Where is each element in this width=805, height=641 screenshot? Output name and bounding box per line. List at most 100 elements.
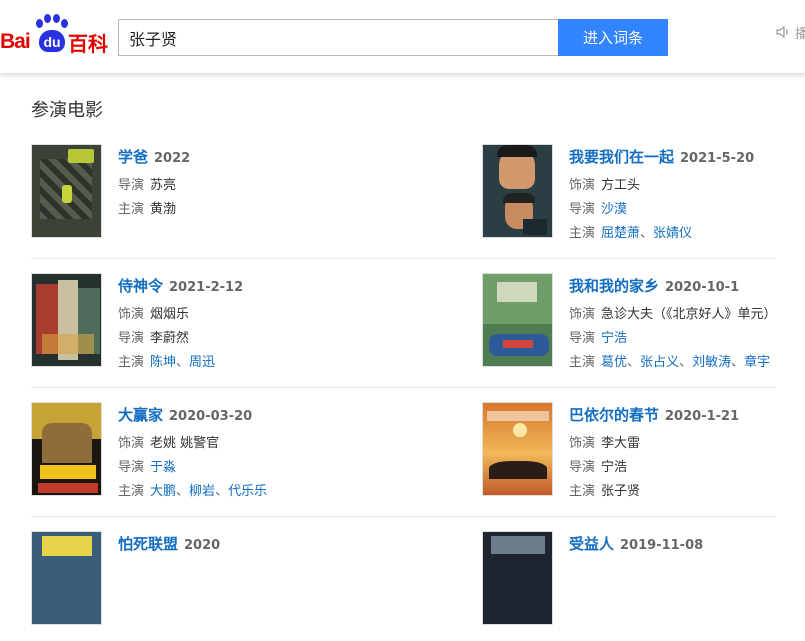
enter-entry-button[interactable]: 进入词条 — [558, 19, 668, 56]
logo-du-text: du — [39, 30, 65, 52]
film-info-row: 导演 于淼 — [118, 456, 176, 475]
person-link[interactable]: 屈楚萧 — [601, 226, 640, 241]
person-link[interactable]: 大鹏 — [150, 484, 176, 499]
film-info-row: 饰演 烟烟乐 — [118, 303, 189, 322]
logo-bai-text: Bai — [0, 30, 31, 53]
baidu-baike-logo[interactable]: Bai du 百科 — [0, 14, 112, 56]
film-title-link[interactable]: 怕死联盟 — [118, 535, 178, 553]
film-poster[interactable] — [31, 273, 102, 367]
film-title-line: 大赢家 2020-03-20 — [118, 404, 252, 425]
info-label: 导演 — [118, 460, 145, 475]
person-link[interactable]: 陈坤 — [150, 355, 176, 370]
film-title-line: 我和我的家乡 2020-10-1 — [569, 275, 739, 296]
info-value: 李大雷 — [601, 436, 641, 451]
info-value: 李蔚然 — [150, 331, 190, 346]
info-value: 宁浩 — [601, 460, 628, 475]
film-title-link[interactable]: 学爸 — [118, 148, 148, 166]
film-info-row: 主演 张子贤 — [569, 480, 640, 499]
info-label: 导演 — [118, 178, 145, 193]
info-label: 饰演 — [118, 436, 145, 451]
film-card: 我要我们在一起 2021-5-20 饰演 方工头 导演 沙漠 主演 屈楚萧、张婧仪 — [482, 144, 805, 254]
info-label: 导演 — [569, 331, 596, 346]
film-release-date: 2019-11-08 — [620, 538, 704, 553]
info-label: 主演 — [569, 484, 596, 499]
person-link[interactable]: 刘敏涛 — [692, 355, 731, 370]
name-separator: 、 — [731, 355, 745, 370]
film-release-date: 2020-10-1 — [665, 280, 740, 295]
film-poster[interactable] — [31, 531, 102, 625]
film-info-row: 导演 李蔚然 — [118, 327, 189, 346]
person-link[interactable]: 章宇 — [744, 355, 770, 370]
film-release-date: 2022 — [154, 151, 191, 166]
film-poster[interactable] — [31, 144, 102, 238]
film-info-row: 导演 苏亮 — [118, 174, 176, 193]
film-info-row: 主演 大鹏、柳岩、代乐乐 — [118, 480, 267, 499]
film-info-row: 导演 宁浩 — [569, 327, 627, 346]
film-title-link[interactable]: 我和我的家乡 — [569, 277, 659, 295]
film-title-line: 学爸 2022 — [118, 146, 190, 167]
speaker-icon[interactable] — [775, 24, 791, 40]
row-divider — [31, 516, 776, 517]
play-label[interactable]: 播 — [795, 23, 805, 42]
row-divider — [31, 387, 776, 388]
film-poster[interactable] — [31, 402, 102, 496]
person-link[interactable]: 张占义 — [640, 355, 679, 370]
film-card: 我和我的家乡 2020-10-1 饰演 急诊大夫（《北京好人》单元） 导演 宁浩 主演 葛优、… — [482, 273, 805, 383]
name-separator: 、 — [627, 355, 641, 370]
info-label: 饰演 — [118, 307, 145, 322]
info-label: 主演 — [569, 226, 596, 241]
film-poster[interactable] — [482, 144, 553, 238]
search-input[interactable] — [118, 19, 558, 56]
film-info-row: 导演 宁浩 — [569, 456, 627, 475]
baidu-paw-icon: du — [33, 14, 71, 54]
film-card: 侍神令 2021-2-12 饰演 烟烟乐 导演 李蔚然 主演 陈坤、周迅 — [31, 273, 391, 383]
info-label: 导演 — [569, 460, 596, 475]
info-label: 主演 — [569, 355, 596, 370]
film-card: 怕死联盟 2020 — [31, 531, 391, 641]
person-link[interactable]: 于淼 — [150, 460, 176, 475]
film-release-date: 2021-5-20 — [680, 151, 755, 166]
info-value: 黄渤 — [150, 202, 177, 217]
person-link[interactable]: 张婧仪 — [653, 226, 692, 241]
name-separator: 、 — [215, 484, 229, 499]
name-separator: 、 — [679, 355, 693, 370]
film-title-link[interactable]: 巴依尔的春节 — [569, 406, 659, 424]
person-link[interactable]: 代乐乐 — [228, 484, 267, 499]
info-label: 主演 — [118, 355, 145, 370]
person-link[interactable]: 周迅 — [189, 355, 215, 370]
info-value: 烟烟乐 — [150, 307, 190, 322]
film-info-row: 饰演 方工头 — [569, 174, 640, 193]
info-label: 饰演 — [569, 436, 596, 451]
info-label: 饰演 — [569, 178, 596, 193]
film-poster[interactable] — [482, 531, 553, 625]
film-title-link[interactable]: 我要我们在一起 — [569, 148, 674, 166]
film-info-row: 主演 黄渤 — [118, 198, 176, 217]
film-title-line: 侍神令 2021-2-12 — [118, 275, 243, 296]
info-label: 导演 — [118, 331, 145, 346]
film-title-link[interactable]: 受益人 — [569, 535, 614, 553]
film-title-line: 怕死联盟 2020 — [118, 533, 220, 554]
person-link[interactable]: 沙漠 — [601, 202, 627, 217]
film-title-link[interactable]: 大赢家 — [118, 406, 163, 424]
film-title-link[interactable]: 侍神令 — [118, 277, 163, 295]
person-link[interactable]: 葛优 — [601, 355, 627, 370]
film-poster[interactable] — [482, 402, 553, 496]
person-link[interactable]: 柳岩 — [189, 484, 215, 499]
film-title-line: 巴依尔的春节 2020-1-21 — [569, 404, 739, 425]
name-separator: 、 — [176, 355, 190, 370]
info-value: 急诊大夫（《北京好人》单元） — [601, 307, 777, 322]
top-header: Bai du 百科 进入词条 播 — [0, 0, 805, 74]
film-info-row: 主演 屈楚萧、张婧仪 — [569, 222, 692, 241]
info-label: 导演 — [569, 202, 596, 217]
film-poster[interactable] — [482, 273, 553, 367]
film-card: 大赢家 2020-03-20 饰演 老姚 姚警官 导演 于淼 主演 大鹏、柳岩、代乐乐 — [31, 402, 391, 512]
film-info-row: 饰演 李大雷 — [569, 432, 640, 451]
info-value: 方工头 — [601, 178, 641, 193]
film-card: 受益人 2019-11-08 — [482, 531, 805, 641]
film-info-row: 主演 葛优、张占义、刘敏涛、章宇 — [569, 351, 770, 370]
person-link[interactable]: 宁浩 — [601, 331, 627, 346]
film-release-date: 2020-1-21 — [665, 409, 740, 424]
row-divider — [31, 258, 776, 259]
film-info-row: 饰演 老姚 姚警官 — [118, 432, 219, 451]
film-info-row: 主演 陈坤、周迅 — [118, 351, 215, 370]
